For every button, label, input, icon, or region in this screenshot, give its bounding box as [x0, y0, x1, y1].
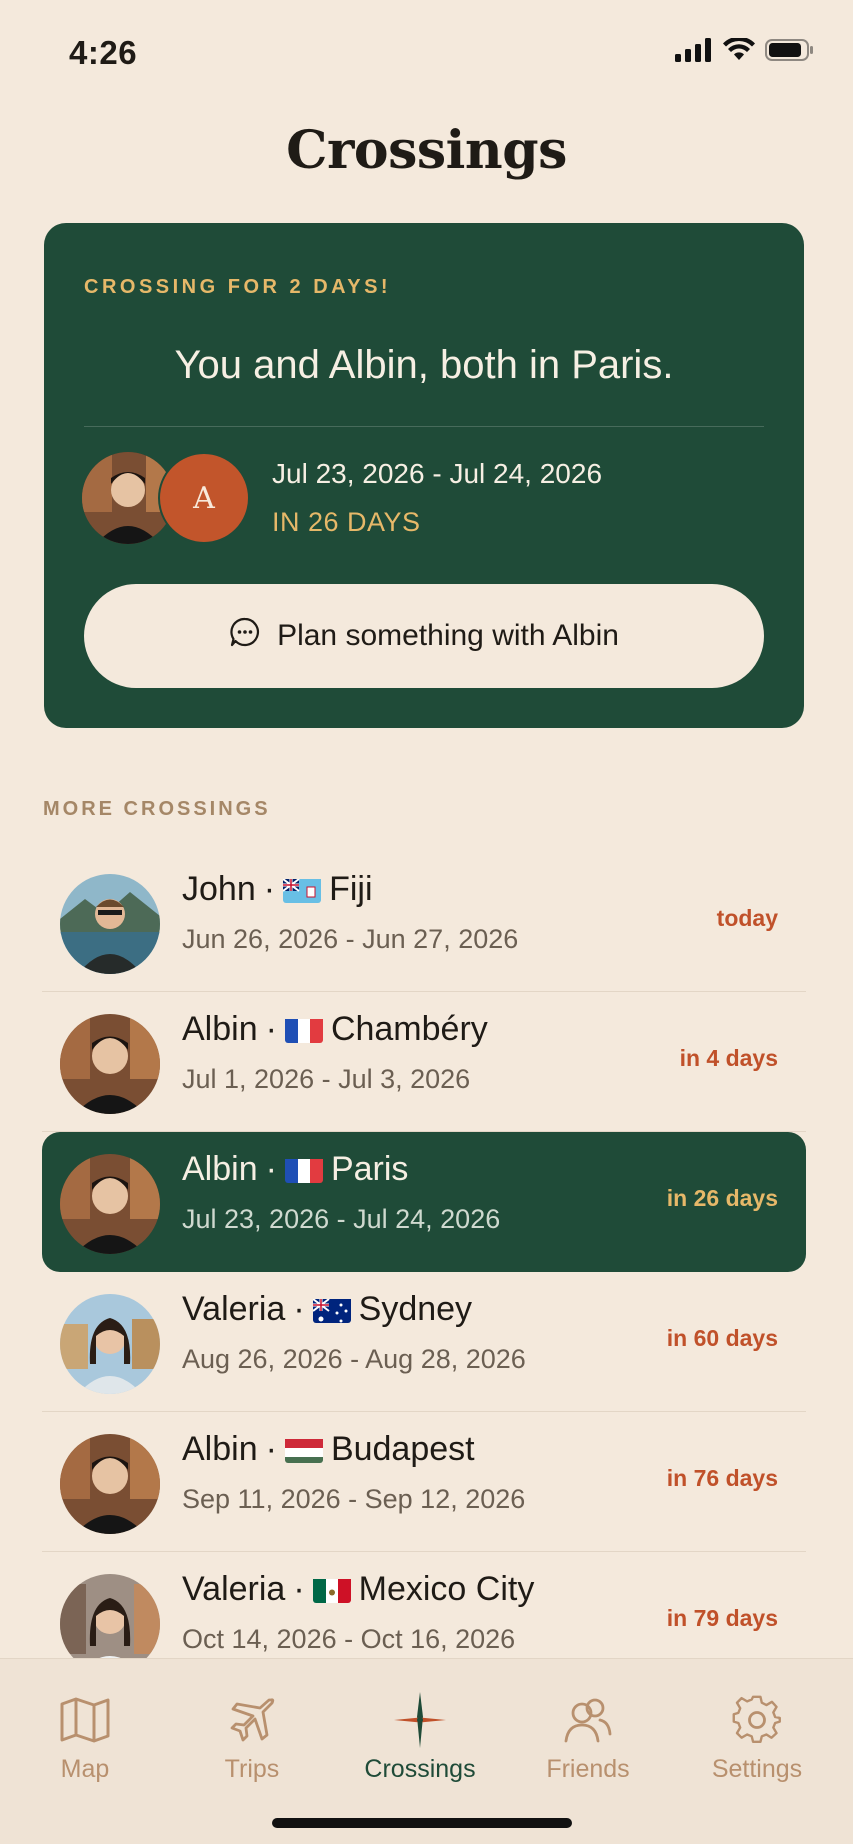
- row-name: Albin: [182, 1010, 258, 1048]
- featured-avatars: A: [82, 452, 252, 544]
- tab-bar: Map Trips Crossings Friends Settings: [0, 1658, 853, 1844]
- row-name: Albin: [182, 1430, 258, 1468]
- row-place: Budapest: [330, 1430, 475, 1468]
- hungary-flag-icon: [284, 1436, 323, 1463]
- tab-map[interactable]: Map: [10, 1693, 160, 1784]
- home-indicator: [272, 1818, 572, 1828]
- featured-dates: Jul 23, 2026 - Jul 24, 2026: [272, 458, 603, 489]
- row-place: Sydney: [358, 1290, 473, 1328]
- row-title: John · Fiji: [182, 870, 373, 909]
- tab-crossings-label: Crossings: [364, 1755, 476, 1783]
- status-bar: 4:26: [0, 0, 853, 100]
- row-dates: Aug 26, 2026 - Aug 28, 2026: [182, 1344, 526, 1374]
- australia-flag-icon: [312, 1296, 351, 1323]
- crossing-row[interactable]: Valeria · Sydney Aug 26, 2026 - Aug 28, …: [42, 1272, 806, 1412]
- row-dates: Sep 11, 2026 - Sep 12, 2026: [182, 1484, 526, 1514]
- row-title: Albin · Paris: [182, 1150, 408, 1189]
- fiji-flag-icon: [283, 876, 322, 903]
- row-name: Albin: [182, 1150, 258, 1188]
- row-dates: Jul 1, 2026 - Jul 3, 2026: [182, 1064, 471, 1094]
- row-dates: Jun 26, 2026 - Jun 27, 2026: [182, 924, 519, 954]
- row-countdown: today: [716, 905, 778, 931]
- row-countdown: in 26 days: [666, 1185, 778, 1211]
- row-name: John: [182, 870, 256, 908]
- tab-trips-label: Trips: [224, 1755, 280, 1783]
- status-icons: [675, 36, 815, 67]
- friend-avatar: [60, 1014, 160, 1114]
- airplane-icon: [177, 1693, 327, 1747]
- tab-settings-label: Settings: [711, 1755, 803, 1783]
- row-place: Paris: [330, 1150, 409, 1188]
- row-separator: ·: [265, 1010, 277, 1048]
- friends-icon: [513, 1693, 663, 1747]
- crossing-row[interactable]: Albin · Chambéry Jul 1, 2026 - Jul 3, 20…: [42, 992, 806, 1132]
- crossing-list: John · Fiji Jun 26, 2026 - Jun 27, 2026 …: [42, 852, 806, 1692]
- plan-something-button[interactable]: Plan something with Albin: [84, 584, 764, 688]
- gear-icon: [682, 1693, 832, 1747]
- friend-avatar-initial: A: [158, 452, 250, 544]
- row-separator: ·: [265, 1430, 277, 1468]
- crossing-row[interactable]: John · Fiji Jun 26, 2026 - Jun 27, 2026 …: [42, 852, 806, 992]
- tab-trips[interactable]: Trips: [177, 1693, 327, 1784]
- row-place: Fiji: [329, 870, 373, 908]
- featured-eyebrow: CROSSING FOR 2 DAYS!: [84, 276, 392, 298]
- tab-friends[interactable]: Friends: [513, 1693, 663, 1784]
- row-title: Valeria · Sydney: [182, 1290, 472, 1329]
- tab-settings[interactable]: Settings: [682, 1693, 832, 1784]
- friend-avatar: [60, 1154, 160, 1254]
- row-title: Albin · Budapest: [182, 1430, 475, 1469]
- map-icon: [10, 1693, 160, 1747]
- featured-crossing-card: CROSSING FOR 2 DAYS! You and Albin, both…: [44, 223, 804, 728]
- row-countdown: in 4 days: [679, 1045, 778, 1071]
- friend-avatar: [60, 1294, 160, 1394]
- row-dates: Jul 23, 2026 - Jul 24, 2026: [182, 1204, 501, 1234]
- page-title: Crossings: [286, 120, 567, 181]
- friend-avatar: [60, 1434, 160, 1534]
- row-countdown: in 60 days: [666, 1325, 778, 1351]
- crossings-screen: 4:26 Crossings CROSSING FOR 2 DAYS! You …: [0, 0, 853, 1844]
- crossing-row[interactable]: Albin · Budapest Sep 11, 2026 - Sep 12, …: [42, 1412, 806, 1552]
- tab-map-label: Map: [60, 1755, 110, 1783]
- mexico-flag-icon: [312, 1576, 351, 1603]
- row-separator: ·: [293, 1570, 305, 1608]
- tab-crossings[interactable]: Crossings: [345, 1692, 495, 1784]
- row-separator: ·: [263, 870, 276, 908]
- featured-divider: [84, 426, 764, 427]
- row-countdown: in 79 days: [666, 1605, 778, 1631]
- crossing-row-selected[interactable]: Albin · Paris Jul 23, 2026 - Jul 24, 202…: [42, 1132, 806, 1272]
- row-dates: Oct 14, 2026 - Oct 16, 2026: [182, 1624, 516, 1654]
- compass-star-icon: [345, 1692, 495, 1748]
- featured-headline: You and Albin, both in Paris.: [174, 343, 674, 387]
- battery-icon: [765, 38, 815, 67]
- featured-countdown: IN 26 DAYS: [272, 507, 421, 537]
- france-flag-icon: [284, 1016, 323, 1043]
- france-flag-icon: [284, 1156, 323, 1183]
- row-name: Valeria: [182, 1290, 286, 1328]
- chat-bubble-icon: [229, 616, 261, 656]
- row-countdown: in 76 days: [666, 1465, 778, 1491]
- row-place: Mexico City: [358, 1570, 535, 1608]
- status-time: 4:26: [69, 34, 138, 71]
- cellular-signal-icon: [675, 38, 713, 67]
- more-crossings-label: MORE CROSSINGS: [43, 798, 271, 820]
- row-title: Albin · Chambéry: [182, 1010, 488, 1049]
- row-separator: ·: [293, 1290, 305, 1328]
- tab-friends-label: Friends: [546, 1755, 630, 1783]
- row-separator: ·: [265, 1150, 277, 1188]
- row-name: Valeria: [182, 1570, 286, 1608]
- row-place: Chambéry: [330, 1010, 488, 1048]
- wifi-icon: [723, 36, 755, 67]
- row-title: Valeria · Mexico City: [182, 1570, 534, 1609]
- friend-avatar: [60, 874, 160, 974]
- plan-something-label: Plan something with Albin: [277, 619, 619, 652]
